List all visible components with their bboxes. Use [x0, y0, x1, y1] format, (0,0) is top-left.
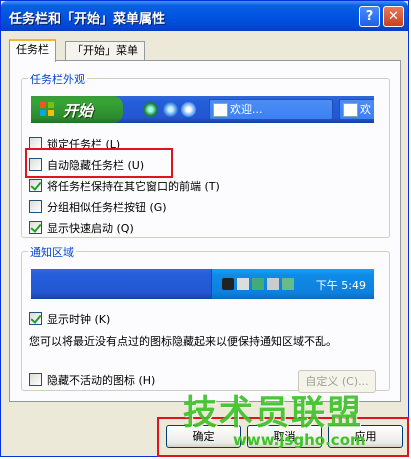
volume-icon: [267, 278, 279, 290]
start-label: 开始: [63, 102, 94, 120]
tab-taskbar[interactable]: 任务栏: [9, 39, 56, 62]
windows-logo-icon: [40, 102, 54, 116]
taskbar-button-welcome: 欢迎...: [209, 99, 333, 120]
taskbar-button-second: 欢: [339, 99, 374, 120]
auto-hide-highlight-box: [25, 148, 173, 178]
task-button-label: 欢迎...: [230, 103, 263, 116]
watermark-title: 技术员联盟: [183, 393, 363, 433]
tray-app-icon: [222, 278, 234, 290]
system-tray: 下午 5:49: [211, 269, 374, 299]
window-icon: [213, 103, 228, 117]
clock-preview: 下午 5:49: [315, 279, 366, 292]
taskbar-preview: 开始 欢迎... 欢: [31, 96, 374, 123]
notification-legend: 通知区域: [28, 244, 76, 260]
internet-explorer-icon: [163, 102, 178, 117]
title-bar[interactable]: 任务栏和「开始」菜单属性 ? ✕: [1, 1, 408, 31]
monitor-icon: [252, 278, 264, 290]
task-button-label: 欢: [360, 103, 371, 116]
watermark-url: www.jsgho.com: [233, 431, 366, 449]
hide-inactive-label: 隐藏不活动的图标 (H): [47, 374, 156, 387]
properties-dialog: 任务栏和「开始」菜单属性 ? ✕ 任务栏 「开始」菜单 任务栏外观 开始 欢迎.…: [0, 0, 409, 457]
network-icon: [237, 278, 249, 290]
quick-launch-checkbox[interactable]: [29, 221, 42, 234]
tab-start-menu[interactable]: 「开始」菜单: [65, 41, 145, 60]
notification-area-preview: 下午 5:49: [31, 269, 374, 299]
group-buttons-checkbox[interactable]: [29, 200, 42, 213]
keep-on-top-checkbox[interactable]: [29, 179, 42, 192]
help-button[interactable]: ?: [359, 6, 380, 27]
appearance-legend: 任务栏外观: [28, 71, 87, 87]
media-player-icon: [143, 102, 158, 117]
keep-on-top-label: 将任务栏保持在其它窗口的前端 (T): [47, 180, 220, 193]
group-buttons-label: 分组相似任务栏按钮 (G): [47, 201, 167, 214]
window-title: 任务栏和「开始」菜单属性: [9, 12, 166, 27]
notification-description: 您可以将最近没有点过的图标隐藏起来以便保持通知区域不乱。: [29, 335, 337, 348]
show-clock-checkbox[interactable]: [29, 312, 42, 325]
outlook-express-icon: [181, 102, 196, 117]
window-icon: [343, 103, 358, 117]
show-clock-label: 显示时钟 (K): [47, 313, 111, 326]
security-icon: [282, 278, 294, 290]
close-button[interactable]: ✕: [383, 6, 404, 27]
quick-launch-label: 显示快速启动 (Q): [47, 222, 134, 235]
start-button-preview: 开始: [31, 96, 123, 123]
hide-inactive-checkbox[interactable]: [29, 373, 42, 386]
